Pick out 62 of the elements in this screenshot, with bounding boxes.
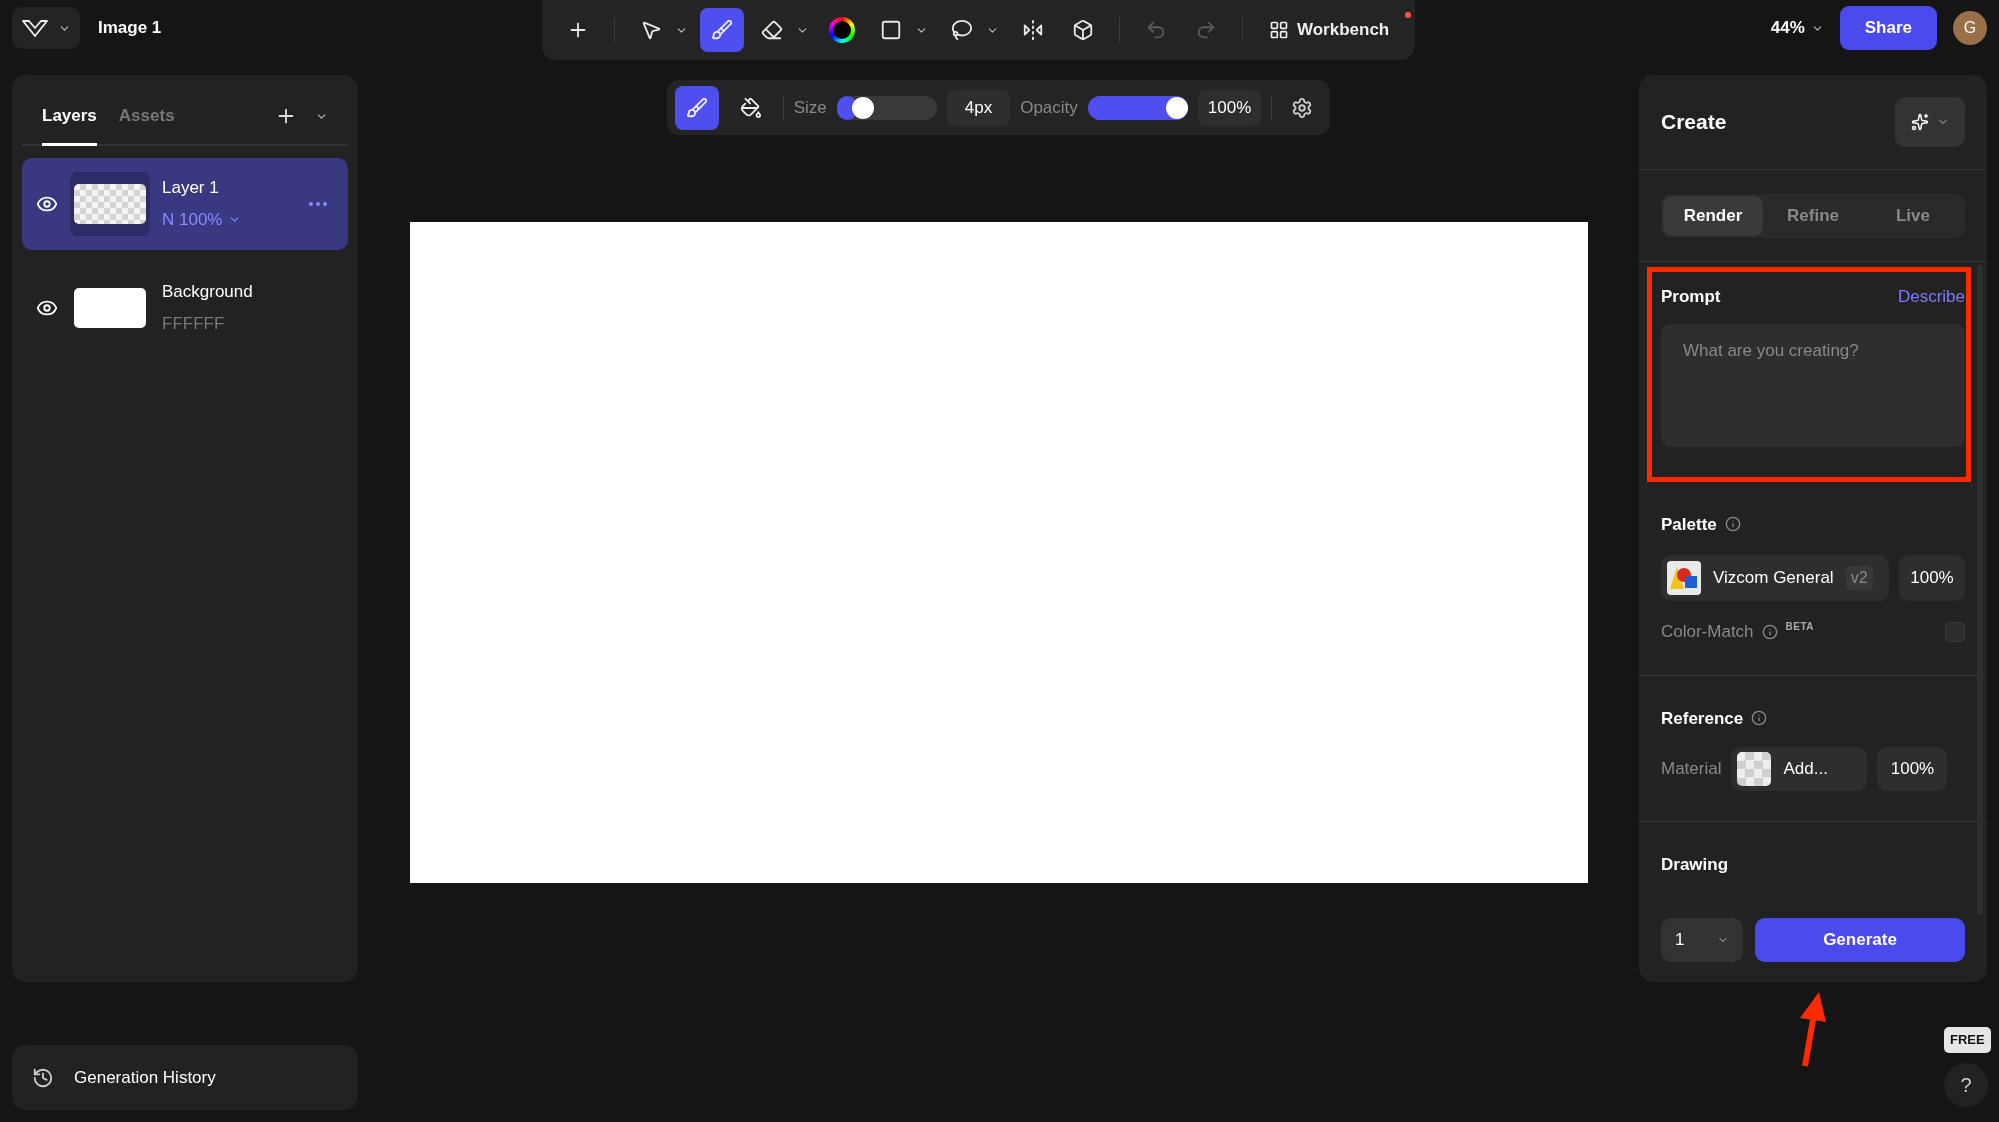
reference-strength[interactable]: 100% <box>1877 747 1948 791</box>
info-icon[interactable] <box>1724 516 1741 533</box>
generation-history-button[interactable]: Generation History <box>12 1045 358 1110</box>
palette-name: Vizcom General <box>1713 567 1834 590</box>
ai-mode-button[interactable] <box>1895 97 1965 147</box>
slider[interactable] <box>1087 95 1188 120</box>
logo-icon <box>21 18 48 38</box>
document-title: Image 1 <box>98 17 162 40</box>
size-value[interactable]: 4px <box>946 89 1011 126</box>
layer-detail: FFFFFF <box>162 312 226 335</box>
tool-button[interactable] <box>700 8 744 52</box>
color-match-label: Color-Match <box>1661 621 1754 643</box>
prompt-label: Prompt <box>1661 286 1721 308</box>
slider-thumb[interactable] <box>852 96 875 119</box>
panel-tab[interactable]: Assets <box>118 103 175 146</box>
version-tag: v2 <box>1845 566 1873 590</box>
count-dropdown[interactable]: 1 <box>1661 917 1743 962</box>
prompt-field[interactable]: What are you creating? <box>1661 323 1965 447</box>
share-button[interactable]: Share <box>1839 6 1937 50</box>
info-icon[interactable] <box>1761 623 1778 640</box>
mode-button[interactable] <box>674 85 719 130</box>
generate-button[interactable]: Generate <box>1755 917 1965 962</box>
size-label: Size <box>793 96 827 119</box>
layer-name: Layer 1 <box>162 177 220 199</box>
palette-strength[interactable]: 100% <box>1899 555 1965 601</box>
history-icon <box>32 1066 54 1089</box>
paint-bucket-icon <box>739 96 762 119</box>
layer-thumbnail <box>74 183 146 224</box>
zoom-dropdown[interactable]: 44% <box>1770 15 1824 41</box>
workbench-button[interactable]: Workbench <box>1257 8 1402 52</box>
add-material-button[interactable]: Add... <box>1731 747 1868 791</box>
panel-title: Create <box>1661 109 1727 136</box>
drawing-label: Drawing <box>1661 855 1729 874</box>
beta-label: BETA <box>1785 620 1815 635</box>
panel-tab[interactable]: Layers <box>42 103 97 146</box>
mode-tab[interactable]: Live <box>1863 195 1963 236</box>
mode-tab[interactable]: Render <box>1663 195 1763 236</box>
opacity-label: Opacity <box>1020 96 1078 119</box>
slider[interactable] <box>836 95 937 120</box>
layer-thumbnail <box>74 287 146 328</box>
brush-icon <box>685 96 708 119</box>
logo-menu-button[interactable] <box>12 7 80 49</box>
layer-name: Background <box>162 281 253 303</box>
palette-dropdown[interactable]: Vizcom General v2 <box>1661 555 1889 601</box>
avatar[interactable]: G <box>1953 11 1987 45</box>
material-thumbnail <box>1737 752 1772 786</box>
layer-row[interactable]: Layer 1 N 100% <box>22 157 348 250</box>
grid-icon <box>1269 20 1289 40</box>
settings-icon <box>1291 96 1314 119</box>
color-match-checkbox[interactable] <box>1945 621 1965 642</box>
material-label: Material <box>1661 758 1722 781</box>
info-icon[interactable] <box>1751 710 1768 727</box>
describe-link[interactable]: Describe <box>1897 284 1965 310</box>
reference-label: Reference <box>1661 707 1744 730</box>
help-button[interactable]: ? <box>1944 1063 1988 1107</box>
mode-tab[interactable]: Refine <box>1763 195 1863 236</box>
layer-row[interactable]: Background FFFFFF <box>22 261 348 354</box>
sparkles-icon <box>1911 113 1929 131</box>
blend-dropdown[interactable]: N 100% <box>162 206 242 232</box>
opacity-value[interactable]: 100% <box>1197 89 1262 126</box>
palette-label: Palette <box>1661 513 1717 536</box>
plan-badge: FREE <box>1944 1027 1991 1053</box>
